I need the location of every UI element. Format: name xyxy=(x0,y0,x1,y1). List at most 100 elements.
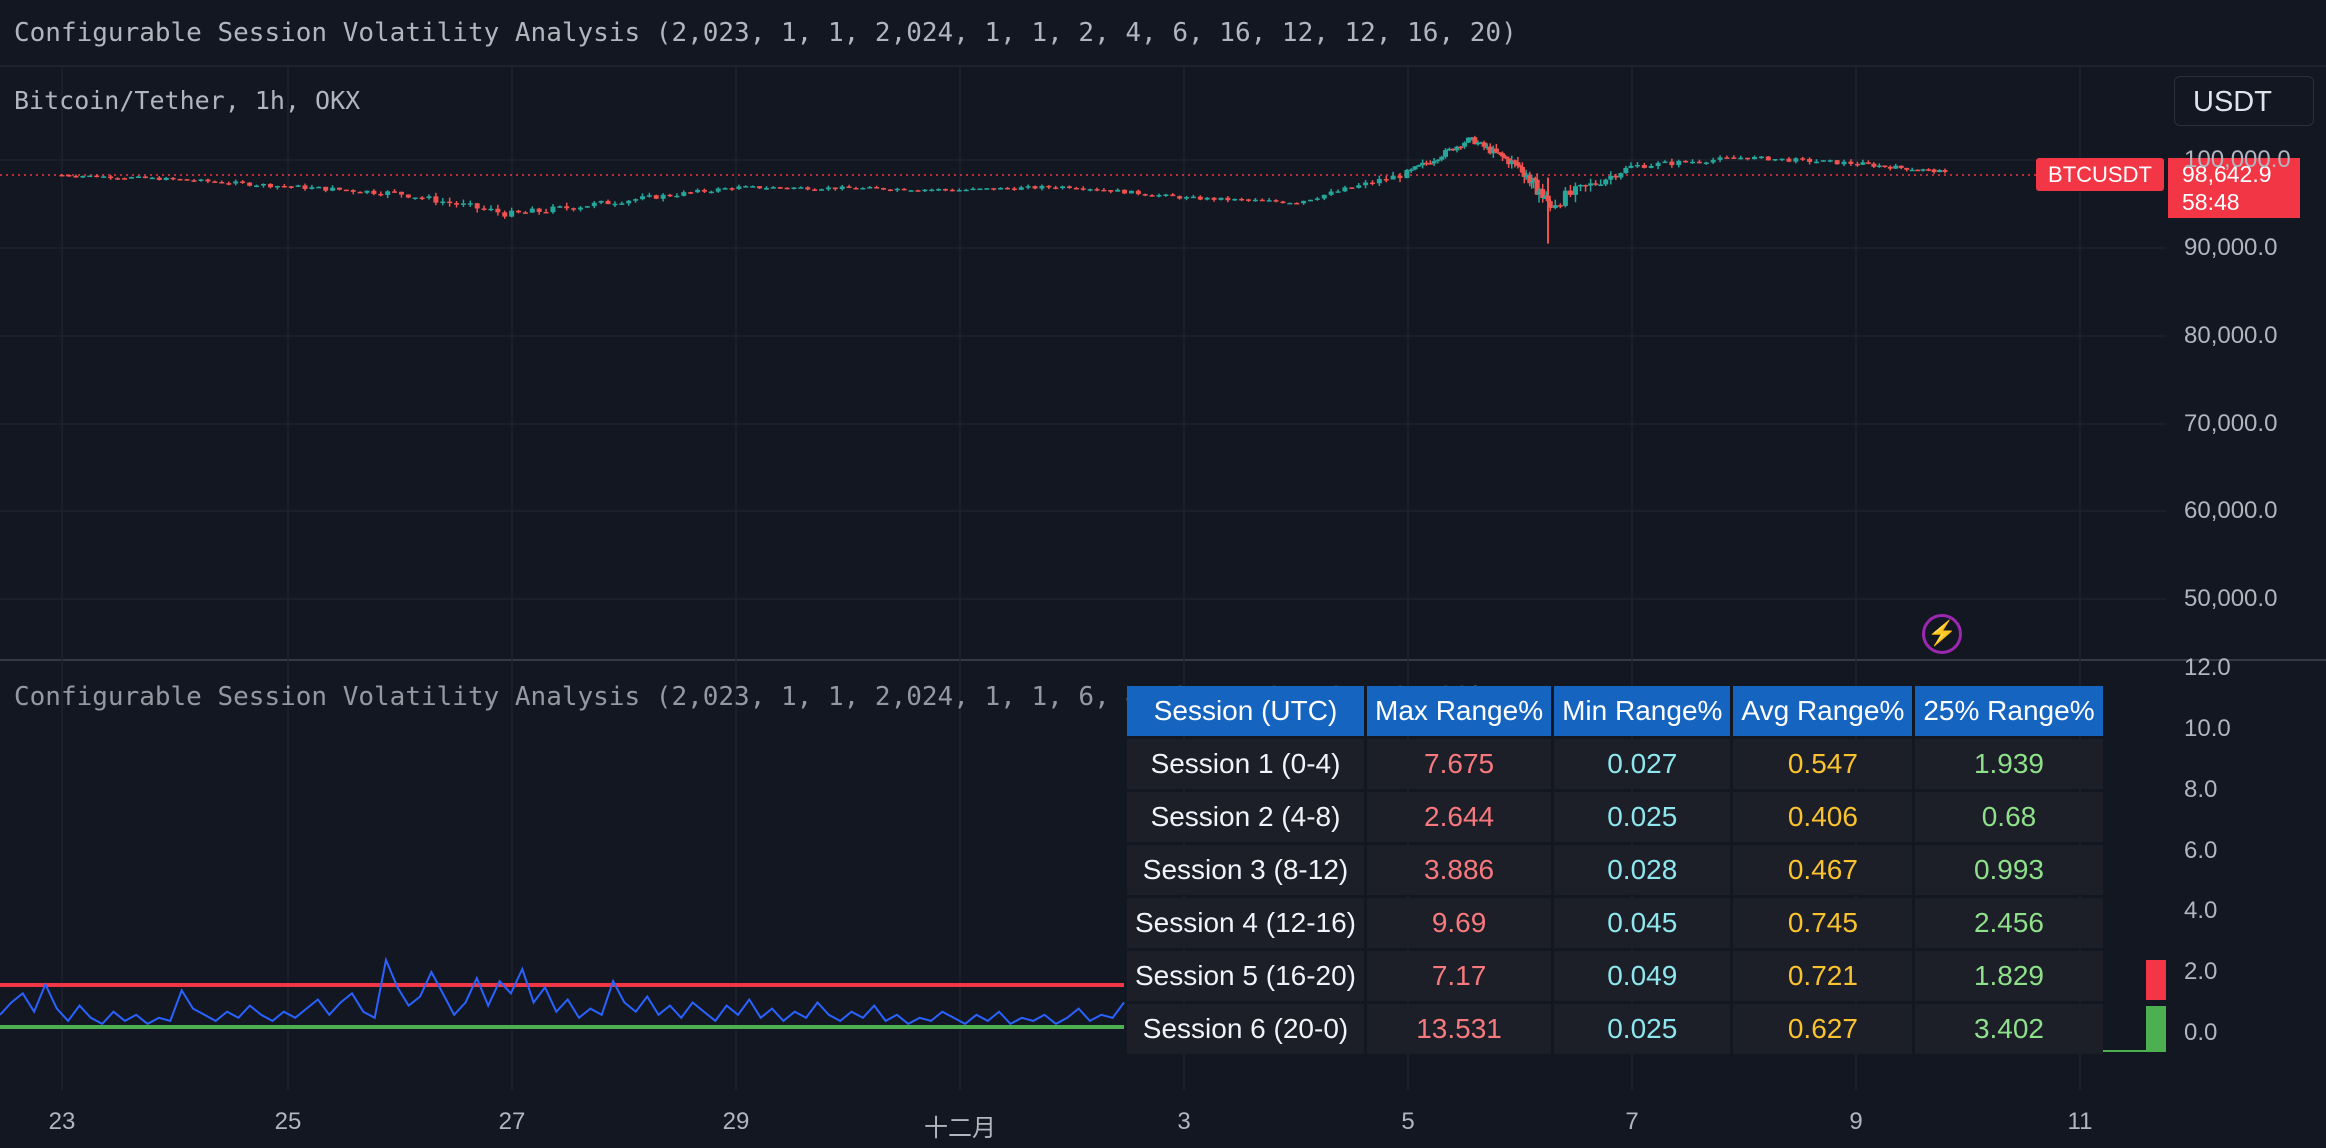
candle-body xyxy=(1703,162,1709,164)
candle-body xyxy=(936,189,942,191)
x-tick: 27 xyxy=(498,1108,526,1135)
candle-body xyxy=(1841,161,1847,165)
lightning-icon[interactable]: ⚡ xyxy=(1922,614,1962,654)
header-avg-range: Avg Range% xyxy=(1733,686,1913,736)
candle-body xyxy=(1634,164,1640,167)
candle-body xyxy=(467,203,473,205)
candle-body xyxy=(405,194,411,198)
candle-body xyxy=(1503,156,1509,159)
candle-body xyxy=(729,188,735,190)
candle-body xyxy=(1731,157,1737,159)
candle-body xyxy=(1696,161,1702,164)
indicator-y-tick: 12.0 xyxy=(2184,654,2231,681)
candle-body xyxy=(591,202,597,207)
candle-body xyxy=(1321,194,1327,199)
candle-body xyxy=(149,177,155,180)
avg-range-cell: 0.467 xyxy=(1733,845,1913,895)
candle-body xyxy=(1588,183,1594,186)
candle-body xyxy=(302,185,308,189)
candle-body xyxy=(667,194,673,197)
candle-body xyxy=(1738,157,1744,160)
candle-body xyxy=(1225,197,1231,201)
candle-body xyxy=(364,190,370,193)
session-volatility-table: Session (UTC) Max Range% Min Range% Avg … xyxy=(1124,683,2106,1057)
candle-body xyxy=(956,190,962,192)
candle-body xyxy=(1053,187,1059,189)
min-range-cell: 0.028 xyxy=(1554,845,1731,895)
candle-body xyxy=(1848,161,1854,164)
candle-body xyxy=(371,190,377,194)
candle-body xyxy=(1404,170,1410,179)
price-y-tick: 50,000.0 xyxy=(2184,585,2278,612)
candle-body xyxy=(1369,182,1375,185)
max-range-cell: 13.531 xyxy=(1367,1004,1552,1054)
header-p25-range: 25% Range% xyxy=(1915,686,2103,736)
candle-body xyxy=(867,187,873,189)
candle-body xyxy=(163,177,169,181)
candle-body xyxy=(929,189,935,192)
x-tick: 11 xyxy=(2067,1108,2093,1135)
candle-body xyxy=(1204,197,1210,200)
candle-body xyxy=(922,189,928,192)
candle-body xyxy=(674,195,680,198)
candle-body xyxy=(743,186,749,188)
candle-body xyxy=(1854,163,1860,166)
candle-body xyxy=(309,187,315,189)
header-min-range: Min Range% xyxy=(1554,686,1731,736)
candle-body xyxy=(108,176,114,179)
candle-body xyxy=(454,203,460,205)
candle-body xyxy=(874,187,880,189)
candle-body xyxy=(247,182,253,186)
candle-body xyxy=(1390,175,1396,180)
x-tick: 7 xyxy=(1625,1108,1639,1135)
currency-button[interactable]: USDT xyxy=(2174,76,2314,126)
candle-body xyxy=(943,189,949,191)
candle-body xyxy=(715,188,721,192)
candle-body xyxy=(184,179,190,181)
candle-body xyxy=(1724,157,1730,159)
candle-body xyxy=(1128,190,1134,194)
symbol-description[interactable]: Bitcoin/Tether, 1h, OKX xyxy=(14,86,360,115)
candle-body xyxy=(1462,142,1468,147)
candle-body xyxy=(1094,189,1100,191)
candle-body xyxy=(1578,184,1584,187)
candle-body xyxy=(1937,170,1943,173)
avg-range-cell: 0.721 xyxy=(1733,951,1913,1001)
x-tick: 25 xyxy=(274,1108,302,1135)
p25-range-cell: 3.402 xyxy=(1915,1004,2103,1054)
candle-body xyxy=(832,187,838,190)
max-range-cell: 2.644 xyxy=(1367,792,1552,842)
header-max-range: Max Range% xyxy=(1367,686,1552,736)
candle-body xyxy=(1683,160,1689,163)
candle-body xyxy=(1871,163,1877,167)
candle-body xyxy=(550,206,556,213)
candle-body xyxy=(763,188,769,190)
candle-body xyxy=(1690,161,1696,164)
candle-body xyxy=(798,187,804,189)
candle-body xyxy=(977,188,983,191)
candle-body xyxy=(398,191,404,195)
candle-body xyxy=(1623,167,1629,174)
candle-body xyxy=(495,208,501,213)
candle-body xyxy=(970,188,976,191)
candle-body xyxy=(385,191,391,195)
candle-body xyxy=(350,190,356,192)
candle-body xyxy=(1562,190,1568,206)
p25-range-cell: 1.939 xyxy=(1915,739,2103,789)
candle-body xyxy=(59,174,65,177)
upper-level-price-marker xyxy=(2146,960,2166,1000)
session-cell: Session 2 (4-8) xyxy=(1127,792,1365,842)
candle-body xyxy=(860,187,866,190)
candle-body xyxy=(949,189,955,192)
candle-body xyxy=(853,187,859,190)
candle-body xyxy=(1572,186,1578,195)
candle-body xyxy=(233,181,239,184)
candle-body xyxy=(1813,161,1819,164)
candle-body xyxy=(819,189,825,191)
candle-body xyxy=(1583,184,1589,187)
candle-body xyxy=(502,212,508,217)
candle-body xyxy=(412,197,418,200)
max-range-cell: 7.675 xyxy=(1367,739,1552,789)
candle-body xyxy=(205,179,211,182)
candle-body xyxy=(529,208,535,213)
